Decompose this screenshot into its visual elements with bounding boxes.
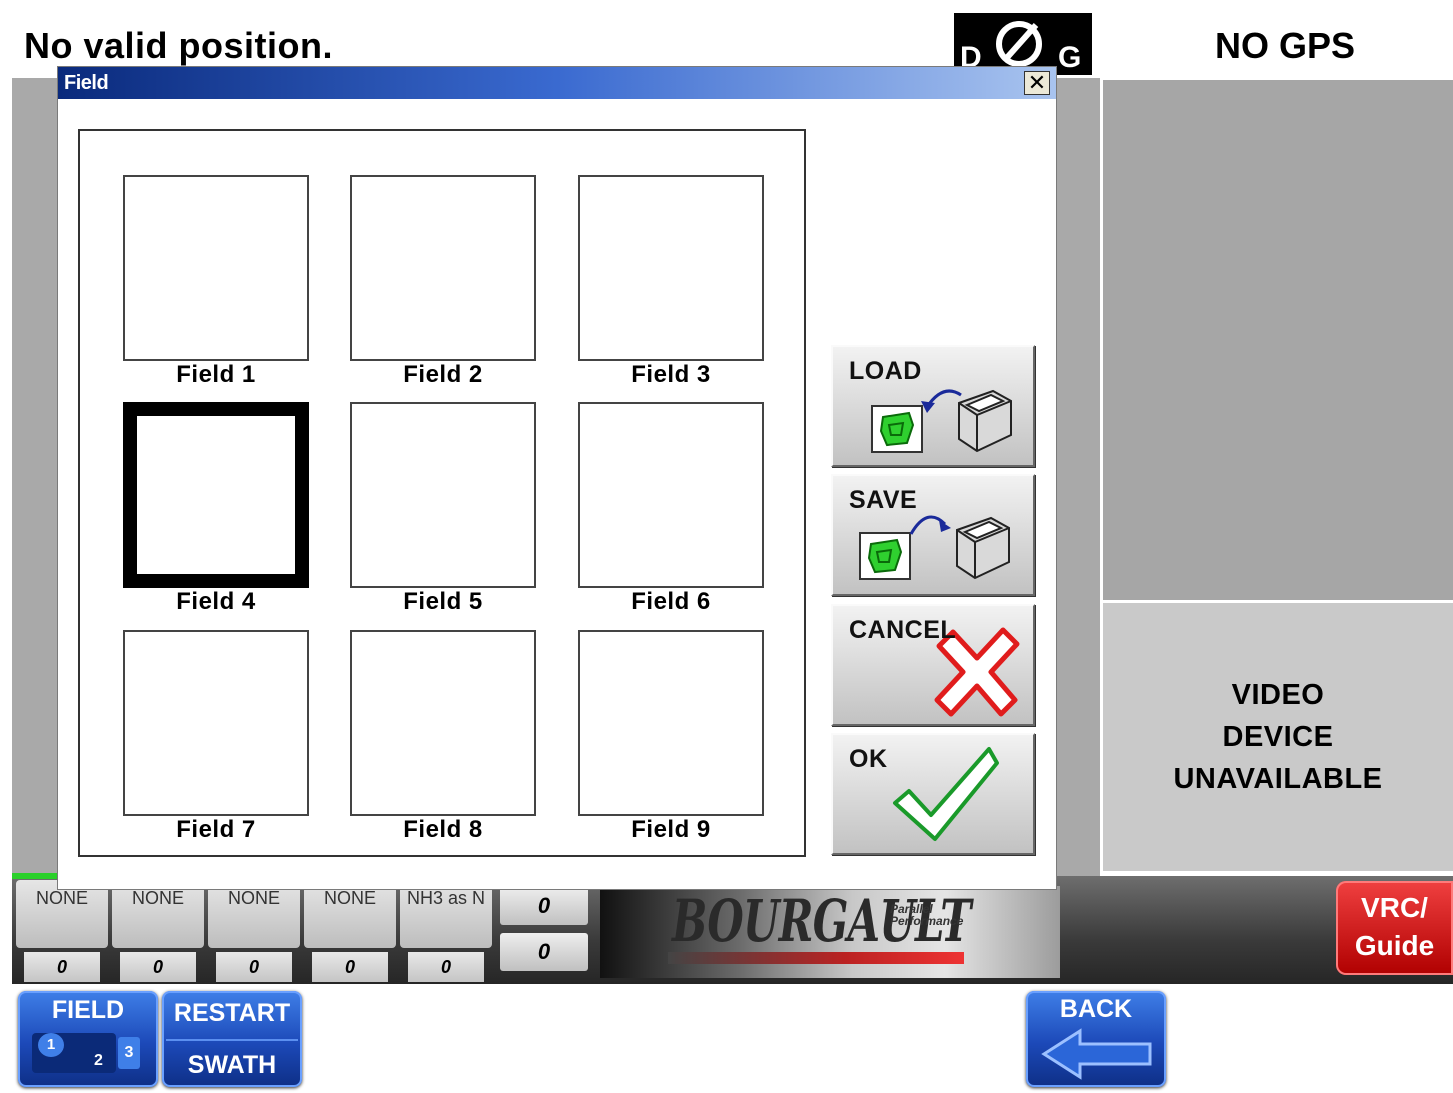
product-5-name[interactable]: NH3 as N	[400, 880, 492, 948]
swath-label: SWATH	[187, 1051, 277, 1079]
field-slot-9-label: Field 9	[631, 816, 711, 843]
product-3-name[interactable]: NONE	[208, 880, 300, 948]
save-arrow-icon	[909, 515, 951, 535]
field-slot-5-label: Field 5	[403, 588, 483, 615]
field-page-tabs: 1 2	[32, 1033, 116, 1073]
restart-label: RESTART	[173, 999, 291, 1027]
no-gps-symbol-icon	[996, 21, 1042, 67]
close-icon[interactable]: ✕	[1024, 71, 1050, 95]
product-4-name[interactable]: NONE	[304, 880, 396, 948]
field-slot-9[interactable]	[578, 630, 764, 816]
brand-tagline: Parallel Performance	[890, 903, 963, 927]
dgps-letter-g: G	[1058, 41, 1082, 74]
restart-divider	[166, 1039, 298, 1041]
field-slot-1[interactable]	[123, 175, 309, 361]
product-5-value: 0	[408, 952, 484, 982]
field-slot-7[interactable]	[123, 630, 309, 816]
brand-underline	[668, 952, 964, 964]
video-panel: VIDEO DEVICE UNAVAILABLE	[1103, 603, 1453, 871]
back-button[interactable]: BACK	[1026, 991, 1166, 1087]
dialog-title: Field	[64, 72, 109, 94]
product-2-value: 0	[120, 952, 196, 982]
back-label: BACK	[1059, 995, 1133, 1023]
product-3-value: 0	[216, 952, 292, 982]
rate-value-2: 0	[500, 933, 588, 971]
disk-drive-icon	[958, 389, 1012, 453]
field-slot-2-label: Field 2	[403, 361, 483, 388]
field-dialog: Field ✕ Field 1 Field 2 Field 3 Field 4 …	[57, 66, 1057, 890]
product-1-value: 0	[24, 952, 100, 982]
vrc-label-line-1: VRC/	[1361, 892, 1428, 923]
field-slot-8[interactable]	[350, 630, 536, 816]
field-grid: Field 1 Field 2 Field 3 Field 4 Field 5 …	[78, 129, 806, 857]
load-label: LOAD	[849, 357, 922, 385]
field-map-icon	[859, 532, 911, 580]
product-1-name[interactable]: NONE	[16, 880, 108, 948]
ok-button[interactable]: OK	[831, 733, 1035, 855]
product-2-name[interactable]: NONE	[112, 880, 204, 948]
field-slot-1-label: Field 1	[176, 361, 256, 388]
field-page-3[interactable]: 3	[118, 1037, 140, 1069]
gps-status: NO GPS	[1214, 25, 1356, 66]
back-arrow-icon	[1041, 1028, 1152, 1080]
field-page-1[interactable]: 1	[38, 1033, 64, 1057]
field-nav-label: FIELD	[51, 996, 125, 1024]
ok-label: OK	[849, 745, 888, 773]
green-check-icon	[893, 747, 999, 841]
status-stripe	[12, 873, 60, 879]
cancel-label: CANCEL	[849, 616, 957, 644]
product-4-value: 0	[312, 952, 388, 982]
vrc-guide-button[interactable]: VRC/ Guide	[1336, 881, 1453, 975]
cancel-button[interactable]: CANCEL	[831, 604, 1035, 726]
field-page-2[interactable]: 2	[94, 1051, 103, 1071]
field-slot-8-label: Field 8	[403, 816, 483, 843]
field-slot-5[interactable]	[350, 402, 536, 588]
field-slot-2[interactable]	[350, 175, 536, 361]
field-slot-4-label: Field 4	[176, 588, 256, 615]
field-nav-button[interactable]: FIELD 1 2 3	[18, 991, 158, 1087]
mini-map-panel	[1103, 80, 1453, 600]
brand-tagline-2: Performance	[890, 914, 964, 928]
field-slot-6[interactable]	[578, 402, 764, 588]
field-slot-6-label: Field 6	[631, 588, 711, 615]
disk-drive-icon	[956, 516, 1010, 580]
vrc-label-line-2: Guide	[1354, 930, 1435, 961]
dialog-title-bar[interactable]	[58, 67, 1056, 99]
field-slot-3-label: Field 3	[631, 361, 711, 388]
field-slot-7-label: Field 7	[176, 816, 256, 843]
field-slot-3[interactable]	[578, 175, 764, 361]
load-button[interactable]: LOAD	[831, 345, 1035, 467]
video-line-1: VIDEO	[1231, 679, 1325, 711]
video-line-2: DEVICE	[1222, 721, 1334, 753]
restart-swath-button[interactable]: RESTART SWATH	[162, 991, 302, 1087]
field-map-icon	[871, 405, 923, 453]
field-slot-4[interactable]	[123, 402, 309, 588]
status-message: No valid position.	[24, 25, 334, 66]
video-line-3: UNAVAILABLE	[1173, 763, 1383, 795]
rate-value-1: 0	[500, 887, 588, 925]
save-button[interactable]: SAVE	[831, 474, 1035, 596]
